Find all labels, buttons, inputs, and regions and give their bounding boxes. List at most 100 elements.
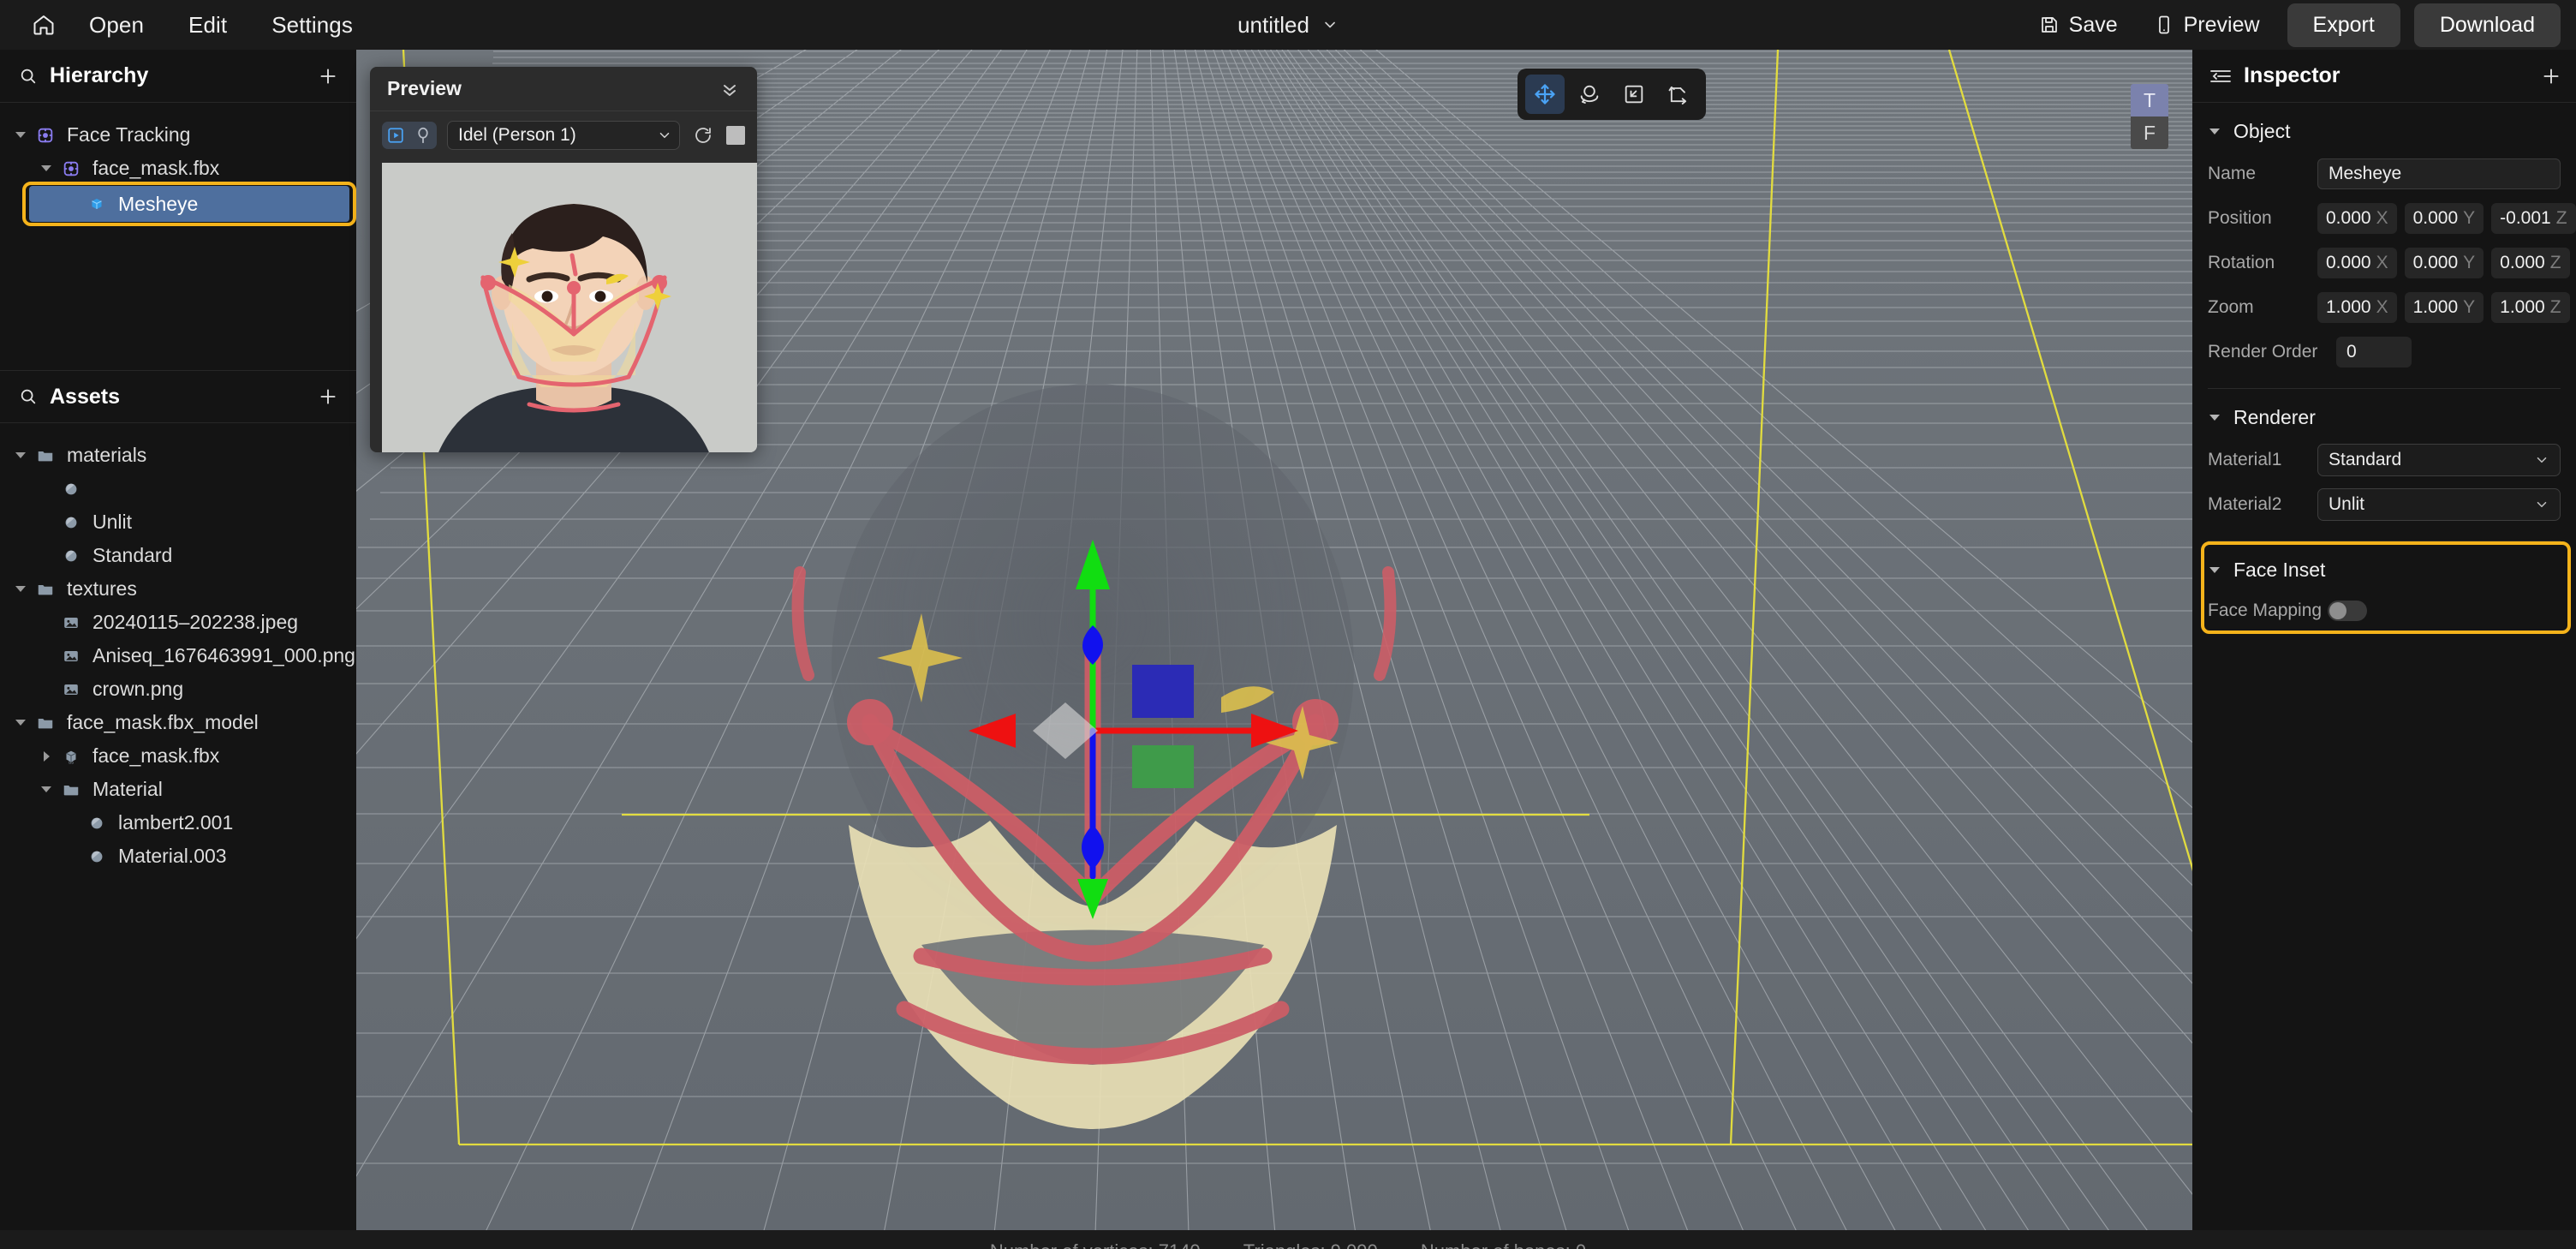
scale-tool-icon[interactable] xyxy=(1614,75,1654,114)
play-frame-icon[interactable] xyxy=(382,122,409,149)
tree-item[interactable]: materials xyxy=(0,439,356,472)
left-panel: Hierarchy Face Tracking face_mask.fbx Mesh… xyxy=(0,50,356,1249)
material1-select[interactable]: Standard xyxy=(2317,444,2561,476)
chevron-right-icon[interactable] xyxy=(36,750,57,762)
tree-item-label: face_mask.fbx_model xyxy=(67,711,259,733)
face-mapping-toggle[interactable] xyxy=(2328,601,2367,621)
field-render-order-row: Render Order 0 xyxy=(2192,330,2576,374)
chevron-down-icon[interactable] xyxy=(10,586,31,592)
menu-open[interactable]: Open xyxy=(67,7,166,44)
tree-item[interactable]: Unlit xyxy=(0,505,356,539)
viewport-tool-group[interactable] xyxy=(1518,69,1706,120)
chevron-down-icon[interactable] xyxy=(10,452,31,458)
status-bones: Number of bones: 0 xyxy=(1402,1240,1605,1249)
tree-item-label: Mesheye xyxy=(118,192,199,215)
refresh-icon[interactable] xyxy=(690,123,716,148)
zoom-x-input[interactable]: 1.000 X xyxy=(2317,292,2397,323)
position-x-input[interactable]: 0.000 X xyxy=(2317,203,2397,234)
position-y-input[interactable]: 0.000 Y xyxy=(2404,203,2484,234)
tree-item[interactable] xyxy=(0,472,356,505)
chevron-down-icon[interactable] xyxy=(36,786,57,792)
app-root: Open Edit Settings untitled Save Preview xyxy=(0,0,2576,1249)
node-icon xyxy=(31,126,60,145)
tree-item[interactable]: Material.003 xyxy=(0,840,356,873)
chevron-down-icon[interactable] xyxy=(36,165,57,171)
field-material2-row: Material2 Unlit xyxy=(2192,482,2576,527)
chevron-down-icon xyxy=(2534,452,2549,468)
document-title: untitled xyxy=(1237,11,1309,38)
menu-edit[interactable]: Edit xyxy=(166,7,249,44)
chevrons-down-icon[interactable] xyxy=(719,79,740,99)
inspector-panel: Inspector Object Name Mesheye Position 0… xyxy=(2192,50,2576,1249)
animation-select[interactable]: Idel (Person 1) xyxy=(447,121,680,150)
render-order-input[interactable]: 0 xyxy=(2336,337,2412,368)
tree-item[interactable]: Aniseq_1676463991_000.png xyxy=(0,639,356,672)
preview-label: Preview xyxy=(2183,12,2260,37)
tree-item-label: materials xyxy=(67,444,147,466)
save-button[interactable]: Save xyxy=(2025,6,2132,45)
search-icon[interactable] xyxy=(19,67,38,86)
tree-item[interactable]: crown.png xyxy=(0,672,356,706)
view-front-button[interactable]: F xyxy=(2131,117,2168,149)
tree-item[interactable]: bs face_mask.fbx xyxy=(0,739,356,773)
search-icon[interactable] xyxy=(19,387,38,406)
field-rotation-row: Rotation 0.000 X 0.000 Y 0.000 Z xyxy=(2192,241,2576,285)
zoom-z-input[interactable]: 1.000 Z xyxy=(2491,292,2570,323)
save-label: Save xyxy=(2068,12,2118,37)
tree-item[interactable]: 20240115–202238.jpeg xyxy=(0,606,356,639)
section-face-inset[interactable]: Face Inset xyxy=(2192,541,2576,590)
position-z-input[interactable]: -0.001 Z xyxy=(2491,203,2576,234)
menu-settings[interactable]: Settings xyxy=(249,7,375,44)
axis-label-y: Y xyxy=(2463,208,2476,228)
preview-button[interactable]: Preview xyxy=(2140,6,2274,45)
stop-square-icon[interactable] xyxy=(726,126,745,145)
tree-item[interactable]: lambert2.001 xyxy=(0,806,356,840)
transform-tool-icon[interactable] xyxy=(1659,75,1698,114)
preview-portrait xyxy=(382,163,757,452)
panel-collapse-icon[interactable] xyxy=(2209,66,2232,87)
preview-mode-toggle-group[interactable] xyxy=(382,122,437,149)
chevron-down-icon xyxy=(2204,128,2225,134)
tree-item-label: face_mask.fbx xyxy=(92,744,220,767)
preview-panel-title: Preview xyxy=(387,77,462,99)
move-tool-icon[interactable] xyxy=(1525,75,1565,114)
balloon-icon[interactable] xyxy=(409,122,437,149)
assets-add-button[interactable] xyxy=(317,385,339,408)
field-render-order-label: Render Order xyxy=(2208,342,2318,362)
tree-item[interactable]: Face Tracking xyxy=(0,118,356,152)
rotation-x-input[interactable]: 0.000 X xyxy=(2317,248,2397,278)
view-top-button[interactable]: T xyxy=(2131,84,2168,117)
tree-item[interactable]: Material xyxy=(0,773,356,806)
rotate-tool-icon[interactable] xyxy=(1570,75,1609,114)
field-zoom-label: Zoom xyxy=(2208,297,2254,317)
view-orientation-gizmo[interactable]: T F xyxy=(2131,84,2168,149)
inspector-add-button[interactable] xyxy=(2540,65,2562,87)
phone-icon xyxy=(2154,15,2174,35)
name-input[interactable]: Mesheye xyxy=(2317,158,2561,189)
chevron-down-icon[interactable] xyxy=(10,132,31,138)
download-button[interactable]: Download xyxy=(2413,3,2561,47)
section-face-inset-title: Face Inset xyxy=(2233,559,2326,581)
section-object[interactable]: Object xyxy=(2192,103,2576,152)
document-title-group[interactable]: untitled xyxy=(1237,0,1339,50)
hierarchy-add-button[interactable] xyxy=(317,65,339,87)
tree-item[interactable]: face_mask.fbx_model xyxy=(0,706,356,739)
status-bar-text: Number of vertices: 7140 Triangles: 9,09… xyxy=(971,1230,1605,1249)
tree-item[interactable]: Standard xyxy=(0,539,356,572)
hierarchy-header: Hierarchy xyxy=(0,50,356,103)
chevron-down-icon[interactable] xyxy=(1321,16,1339,33)
folder-icon xyxy=(31,580,60,599)
rotation-y-input[interactable]: 0.000 Y xyxy=(2404,248,2484,278)
preview-stage xyxy=(382,163,757,452)
home-icon[interactable] xyxy=(21,8,67,42)
tree-item[interactable]: face_mask.fbx xyxy=(0,152,356,185)
rotation-z-input[interactable]: 0.000 Z xyxy=(2491,248,2570,278)
tree-item-selected[interactable]: Mesheye xyxy=(0,182,356,226)
zoom-y-input[interactable]: 1.000 Y xyxy=(2404,292,2484,323)
section-renderer[interactable]: Renderer xyxy=(2192,389,2576,438)
tree-item[interactable]: textures xyxy=(0,572,356,606)
chevron-down-icon[interactable] xyxy=(10,720,31,726)
export-button[interactable]: Export xyxy=(2287,3,2400,47)
material2-select[interactable]: Unlit xyxy=(2317,488,2561,521)
tree-item-label: Aniseq_1676463991_000.png xyxy=(92,644,355,666)
